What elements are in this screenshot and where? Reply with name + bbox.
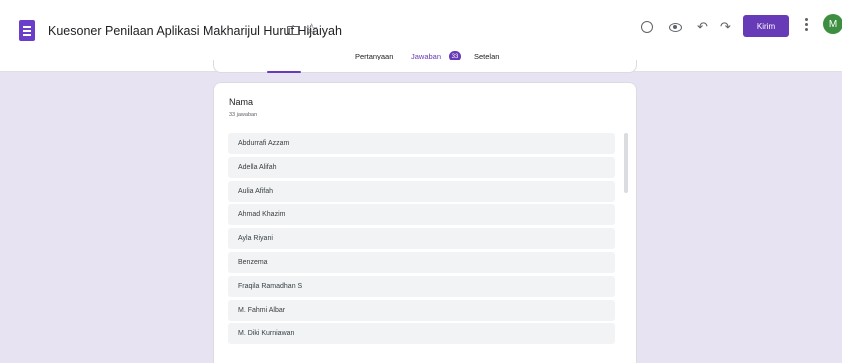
list-item: M. Diki Kurniawan (228, 323, 615, 345)
avatar[interactable]: M (823, 14, 842, 34)
list-item: Ayla Riyani (228, 228, 615, 250)
list-item: Abdurrafi Azzam (228, 133, 615, 154)
list-item: Adella Alifah (228, 156, 615, 178)
answer-list[interactable]: Abdurrafi Azzam Adella Alifah Aulia Afif… (228, 133, 615, 347)
folder-icon[interactable] (287, 26, 299, 35)
eye-icon[interactable] (669, 23, 682, 32)
list-item: M. Fahmi Albar (228, 299, 615, 321)
response-count: 33 jawaban (229, 112, 258, 118)
send-button[interactable]: Kirim (743, 15, 789, 37)
list-item: Ahmad Khazim (228, 204, 615, 226)
question-response-card: Nama 33 jawaban Abdurrafi Azzam Adella A… (213, 82, 637, 363)
list-item: Fraqila Ramadhan S (228, 275, 615, 297)
palette-icon[interactable] (641, 21, 653, 33)
list-item: Benzema (228, 251, 615, 273)
summary-tab-indicator (267, 71, 301, 73)
forms-app-icon[interactable] (19, 20, 35, 41)
redo-icon[interactable]: ↷ (720, 19, 731, 35)
star-icon[interactable]: ☆ (305, 20, 318, 40)
list-scrollbar[interactable] (624, 133, 628, 193)
list-item: Aulia Afifah (228, 180, 615, 202)
question-title: Nama (229, 97, 254, 107)
undo-icon[interactable]: ↶ (697, 19, 708, 35)
more-vert-icon[interactable] (805, 18, 809, 34)
